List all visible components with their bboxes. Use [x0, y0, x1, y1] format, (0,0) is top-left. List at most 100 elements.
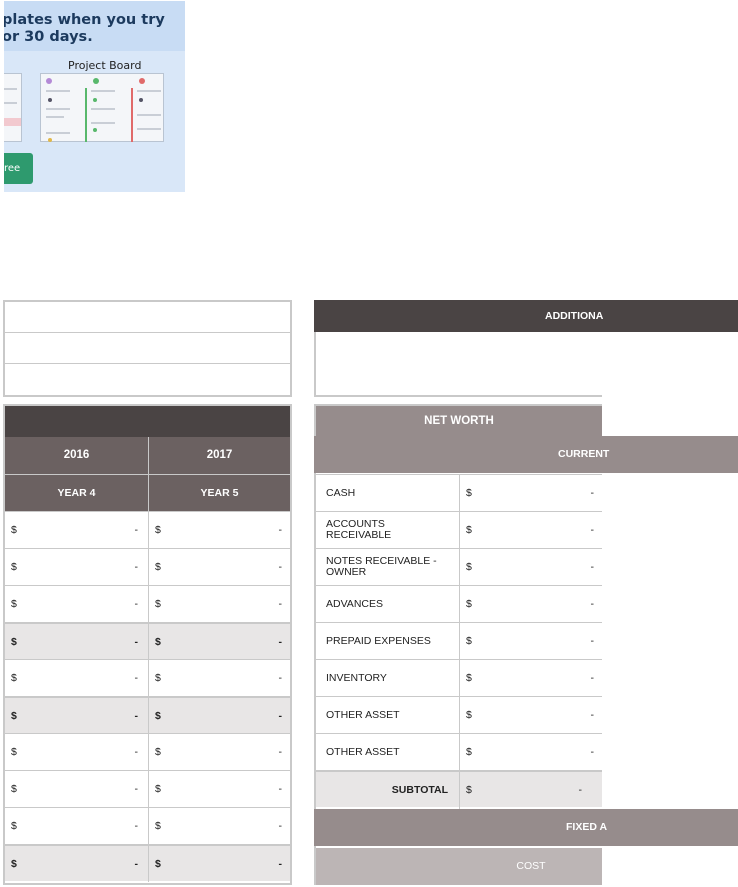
info-row[interactable] — [5, 333, 290, 364]
column-divider — [148, 437, 149, 882]
value-cell[interactable]: $ - — [149, 549, 290, 585]
info-box — [3, 300, 292, 397]
currency-symbol: $ — [11, 524, 17, 536]
value-cell[interactable]: $ - — [149, 660, 290, 696]
value-cell[interactable]: $ - — [149, 624, 290, 660]
amount-value: - — [590, 598, 595, 610]
asset-value-cell[interactable]: $ - — [460, 549, 602, 585]
additional-header: ADDITIONA — [314, 300, 738, 332]
amount-value: - — [590, 487, 595, 499]
amount-value: - — [278, 783, 283, 795]
currency-symbol: $ — [466, 561, 472, 573]
amount-value: - — [278, 524, 283, 536]
currency-symbol: $ — [466, 709, 472, 721]
amount-value: - — [134, 672, 139, 684]
amount-value: - — [134, 636, 139, 648]
info-row[interactable] — [5, 302, 290, 333]
currency-symbol: $ — [11, 710, 17, 722]
amount-value: - — [134, 710, 139, 722]
amount-value: - — [578, 784, 583, 796]
value-cell[interactable]: $ - — [149, 586, 290, 622]
value-cell[interactable]: $ - — [5, 624, 146, 660]
current-assets-label: CURRENT — [558, 448, 610, 460]
projection-table: 2016 2017 YEAR 4 YEAR 5 $ - $ - $ - $ - $ - $ - $ - $ -… — [3, 404, 292, 885]
subtotal-label: SUBTOTAL — [391, 783, 448, 796]
value-cell[interactable]: $ - — [5, 549, 146, 585]
currency-symbol: $ — [155, 858, 161, 870]
currency-symbol: $ — [466, 746, 472, 758]
info-row[interactable] — [5, 364, 290, 395]
ad-board-preview — [40, 73, 164, 142]
year-label-5: YEAR 5 — [149, 475, 290, 511]
subtotal-value-cell: $ - — [460, 772, 602, 808]
year-label-4: YEAR 4 — [5, 475, 148, 511]
ad-banner[interactable]: plates when you try or 30 days. Project … — [4, 1, 185, 192]
currency-symbol: $ — [155, 746, 161, 758]
currency-symbol: $ — [11, 598, 17, 610]
cost-header-row: COST — [316, 848, 602, 885]
asset-label: ADVANCES — [326, 597, 383, 610]
currency-symbol: $ — [11, 561, 17, 573]
currency-symbol: $ — [155, 636, 161, 648]
amount-value: - — [590, 561, 595, 573]
currency-symbol: $ — [466, 598, 472, 610]
value-cell[interactable]: $ - — [5, 512, 146, 548]
value-cell[interactable]: $ - — [149, 808, 290, 844]
currency-symbol: $ — [155, 710, 161, 722]
asset-label: OTHER ASSET — [326, 745, 400, 758]
additional-header-label: ADDITIONA — [545, 310, 604, 322]
asset-value-cell[interactable]: $ - — [460, 734, 602, 770]
currency-symbol: $ — [155, 820, 161, 832]
cost-label: COST — [516, 860, 546, 872]
currency-symbol: $ — [155, 783, 161, 795]
amount-value: - — [134, 524, 139, 536]
currency-symbol: $ — [466, 784, 472, 796]
value-cell[interactable]: $ - — [5, 660, 146, 696]
asset-label: INVENTORY — [326, 671, 387, 684]
current-assets-band: CURRENT — [314, 436, 738, 473]
value-cell[interactable]: $ - — [5, 734, 146, 770]
ad-board-preview-partial — [4, 73, 22, 142]
value-cell[interactable]: $ - — [5, 846, 146, 882]
value-cell[interactable]: $ - — [5, 698, 146, 734]
asset-label: ACCOUNTS RECEIVABLE — [326, 518, 392, 541]
amount-value: - — [590, 746, 595, 758]
value-cell[interactable]: $ - — [149, 734, 290, 770]
year-header-2017: 2017 — [149, 437, 290, 474]
asset-value-cell[interactable]: $ - — [460, 475, 602, 511]
value-cell[interactable]: $ - — [149, 846, 290, 882]
amount-value: - — [278, 858, 283, 870]
value-cell[interactable]: $ - — [149, 512, 290, 548]
currency-symbol: $ — [155, 672, 161, 684]
value-cell[interactable]: $ - — [5, 771, 146, 807]
ad-board-title: Project Board — [68, 59, 142, 72]
net-worth-title: NET WORTH — [316, 406, 602, 437]
amount-value: - — [590, 524, 595, 536]
amount-value: - — [278, 598, 283, 610]
asset-value-cell[interactable]: $ - — [460, 512, 602, 548]
value-cell[interactable]: $ - — [5, 586, 146, 622]
asset-label: CASH — [326, 486, 356, 499]
amount-value: - — [134, 746, 139, 758]
year-header-2016: 2016 — [5, 437, 148, 474]
ad-headline-line2: or 30 days. — [4, 29, 93, 45]
asset-value-cell[interactable]: $ - — [460, 623, 602, 659]
asset-label: NOTES RECEIVABLE - OWNER — [326, 555, 437, 578]
amount-value: - — [134, 820, 139, 832]
asset-value-cell[interactable]: $ - — [460, 586, 602, 622]
asset-value-cell[interactable]: $ - — [460, 697, 602, 733]
value-cell[interactable]: $ - — [5, 808, 146, 844]
ad-cta-button[interactable]: ree — [4, 153, 33, 184]
amount-value: - — [278, 710, 283, 722]
amount-value: - — [278, 672, 283, 684]
fixed-assets-band: FIXED A — [314, 809, 738, 846]
value-cell[interactable]: $ - — [149, 771, 290, 807]
amount-value: - — [590, 635, 595, 647]
asset-value-cell[interactable]: $ - — [460, 660, 602, 696]
amount-value: - — [278, 636, 283, 648]
amount-value: - — [134, 783, 139, 795]
currency-symbol: $ — [466, 635, 472, 647]
value-cell[interactable]: $ - — [149, 698, 290, 734]
amount-value: - — [278, 820, 283, 832]
asset-label: OTHER ASSET — [326, 708, 400, 721]
